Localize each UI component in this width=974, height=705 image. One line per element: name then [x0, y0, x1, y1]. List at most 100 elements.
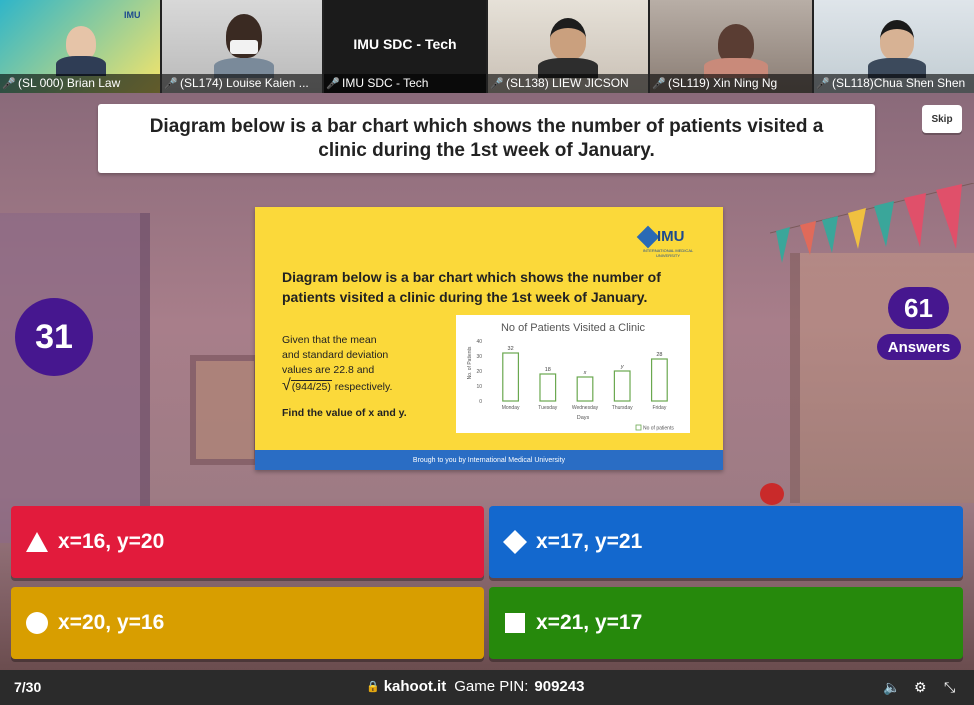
chart-marks: 0 10 20 30 40 32 Monday 18 Tuesday x Wednesday y Thu… — [476, 339, 668, 411]
bar-chart-svg: No of Patients Visited a Clinic No. of P… — [467, 322, 674, 432]
chart-data-label: 18 — [545, 367, 551, 373]
background-window — [0, 213, 150, 543]
participant-name: (SL118)Chua Shen Shen — [832, 76, 966, 90]
participant-avatar — [550, 18, 586, 60]
game-pin-label: Game PIN: — [454, 678, 529, 695]
given-line-1: Given that the mean — [282, 334, 377, 346]
chart-bar — [539, 373, 557, 402]
kahoot-bottom-bar: 7/30 🔒 kahoot.it Game PIN: 909243 🔈 ⚙ ⤡ — [0, 670, 974, 705]
video-gallery-strip: IMU 🎤 (SL 000) Brian Law 🎤 (SL174) Louise … — [0, 0, 974, 93]
skip-button[interactable]: Skip — [922, 105, 962, 133]
video-tile-3[interactable]: 🎤 (SL138) LIEW JICSON — [488, 0, 648, 93]
kahoot-site: kahoot.it — [383, 678, 447, 695]
kahoot-zoom-window: IMU 🎤 (SL 000) Brian Law 🎤 (SL174) Louise … — [0, 0, 974, 705]
chart-y-tick-label: 30 — [476, 354, 482, 360]
mic-muted-icon: 🎤 — [490, 78, 504, 90]
chart-x-tick-label: Monday — [502, 405, 520, 411]
apple-decoration — [760, 483, 784, 505]
triangle-icon — [25, 530, 49, 554]
slide-title: Diagram below is a bar chart which shows… — [282, 269, 661, 305]
participant-name-bar: 🎤 (SL 000) Brian Law — [0, 74, 160, 93]
imu-logo: IMU INTERNATIONAL MEDICAL UNIVERSITY — [636, 225, 697, 258]
bar-chart: No of Patients Visited a Clinic No. of P… — [456, 315, 690, 433]
chart-title: No of Patients Visited a Clinic — [501, 322, 646, 334]
imu-logo-text: IMU — [657, 228, 685, 245]
diamond-icon — [503, 530, 527, 554]
answer-option-circle[interactable]: x=20, y=16 — [11, 587, 484, 659]
chart-bar — [502, 352, 520, 402]
question-text: Diagram below is a bar chart which shows… — [149, 115, 824, 161]
question-banner: Diagram below is a bar chart which shows… — [98, 104, 875, 173]
answer-option-diamond[interactable]: x=17, y=21 — [489, 506, 963, 578]
chart-y-tick-label: 20 — [476, 369, 482, 375]
answer-text: x=16, y=20 — [58, 530, 165, 553]
slide-given-text: Given that the mean and standard deviati… — [282, 333, 447, 395]
chart-x-tick-label: Friday — [652, 405, 666, 411]
answer-text: x=20, y=16 — [58, 611, 165, 634]
chart-bar — [650, 358, 668, 402]
given-line-2: and standard deviation — [282, 349, 389, 361]
chart-data-label: y — [620, 364, 625, 370]
mic-muted-icon: 🎤 — [652, 78, 666, 90]
mic-on-icon: 🎤 — [2, 78, 16, 90]
chart-x-axis-label: Days — [577, 415, 590, 421]
chart-x-tick-label: Tuesday — [538, 405, 557, 411]
imu-logo-icon — [636, 225, 660, 249]
question-counter: 7/30 — [14, 679, 42, 695]
participant-name-bar: 🎤 IMU SDC - Tech — [324, 74, 486, 93]
question-slide-image: IMU INTERNATIONAL MEDICAL UNIVERSITY Dia… — [255, 207, 723, 470]
imu-logo-subtitle: INTERNATIONAL MEDICAL UNIVERSITY — [642, 248, 694, 258]
participant-avatar — [880, 20, 914, 60]
chart-legend-swatch — [635, 424, 642, 431]
video-tile-4[interactable]: 🎤 (SL119) Xin Ning Ng — [650, 0, 812, 93]
imu-logo: IMU — [124, 10, 141, 20]
chart-data-label: 28 — [656, 352, 662, 358]
square-icon — [503, 611, 527, 635]
sqrt-symbol-icon: √ — [282, 377, 291, 394]
video-tile-5[interactable]: 🎤 (SL118)Chua Shen Shen — [814, 0, 974, 93]
chart-y-tick-label: 40 — [476, 339, 482, 345]
participant-avatar — [66, 26, 96, 60]
countdown-timer: 31 — [15, 298, 93, 376]
gear-icon[interactable]: ⚙ — [914, 679, 927, 696]
mic-muted-icon: 🎤 — [164, 78, 178, 90]
answers-label: Answers — [877, 334, 961, 360]
video-tile-1[interactable]: 🎤 (SL174) Louise Kaien ... — [162, 0, 322, 93]
answer-text: x=17, y=21 — [536, 530, 643, 553]
slide-footer: Brough to you by International Medical U… — [255, 450, 723, 470]
chart-data-label: 32 — [508, 346, 514, 352]
mic-muted-icon: 🎤 — [816, 78, 830, 90]
participant-display-label: IMU SDC - Tech — [353, 36, 457, 52]
video-tile-2[interactable]: IMU SDC - Tech 🎤 IMU SDC - Tech — [324, 0, 486, 93]
participant-name: IMU SDC - Tech — [342, 76, 429, 90]
chart-legend-label: No of patients — [643, 426, 674, 432]
lock-icon: 🔒 — [366, 681, 380, 693]
given-tail: respectively. — [331, 381, 393, 393]
participant-name-bar: 🎤 (SL138) LIEW JICSON — [488, 74, 648, 93]
chart-x-tick-label: Thursday — [612, 405, 633, 411]
video-tile-0[interactable]: IMU 🎤 (SL 000) Brian Law — [0, 0, 160, 93]
circle-icon — [25, 611, 49, 635]
bunting-decoration — [770, 183, 974, 263]
participant-name-bar: 🎤 (SL118)Chua Shen Shen — [814, 74, 974, 93]
answer-text: x=21, y=17 — [536, 611, 643, 634]
exit-fullscreen-icon[interactable]: ⤡ — [944, 679, 955, 696]
given-line-4: √(944/25) respectively. — [282, 378, 392, 395]
participant-name: (SL119) Xin Ning Ng — [668, 76, 778, 90]
participant-name: (SL174) Louise Kaien ... — [180, 76, 309, 90]
participant-name: (SL 000) Brian Law — [18, 76, 121, 90]
given-line-3: values are 22.8 and — [282, 364, 375, 376]
participant-name-bar: 🎤 (SL119) Xin Ning Ng — [650, 74, 812, 93]
participant-name-bar: 🎤 (SL174) Louise Kaien ... — [162, 74, 322, 93]
slide-find-text: Find the value of x and y. — [282, 407, 407, 419]
background-board — [190, 355, 260, 465]
mic-muted-icon: 🎤 — [326, 78, 340, 90]
answer-option-triangle[interactable]: x=16, y=20 — [11, 506, 484, 578]
chart-bar — [613, 370, 631, 402]
chart-x-tick-label: Wednesday — [572, 405, 599, 411]
volume-icon[interactable]: 🔈 — [883, 679, 900, 696]
chart-data-label: x — [583, 370, 587, 376]
chart-bar — [576, 376, 594, 402]
answer-option-square[interactable]: x=21, y=17 — [489, 587, 963, 659]
chart-y-tick-label: 10 — [476, 384, 482, 390]
